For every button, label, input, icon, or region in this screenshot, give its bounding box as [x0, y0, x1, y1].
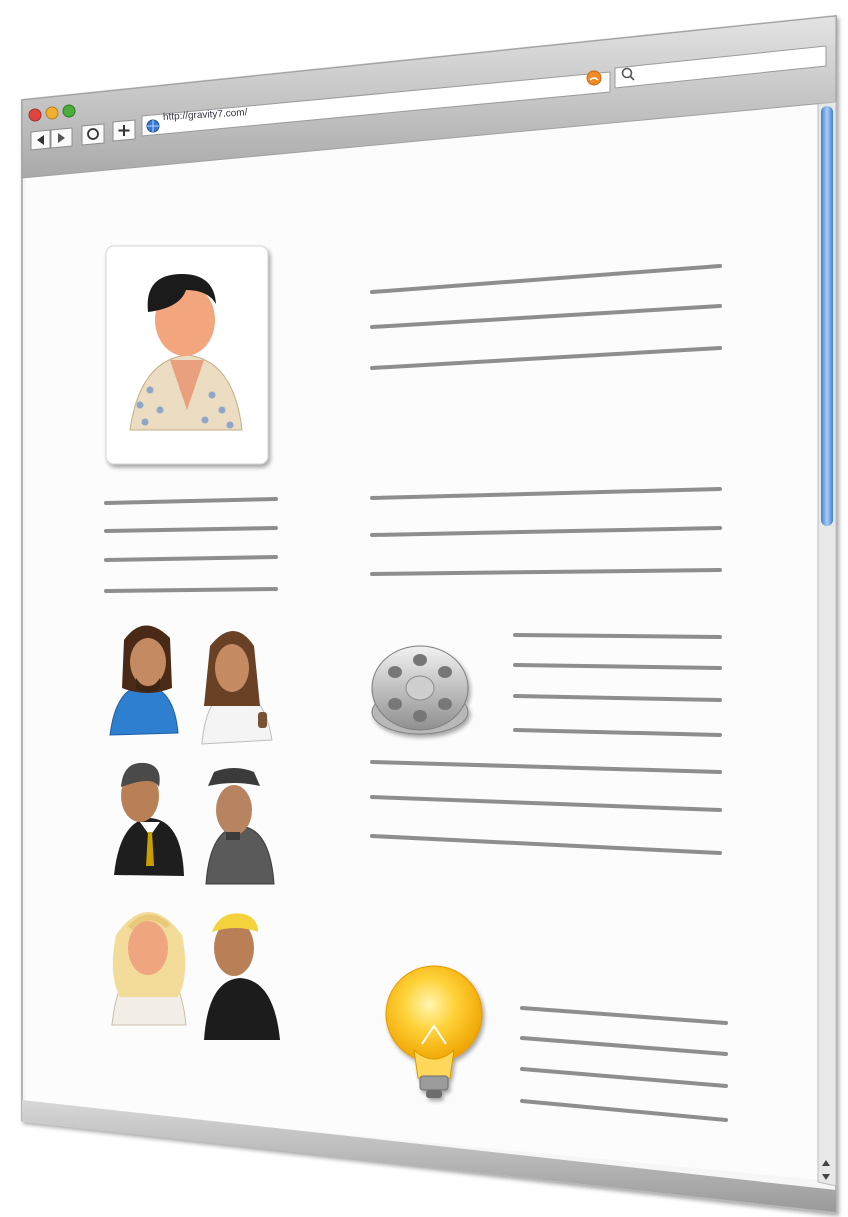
back-button[interactable]	[30, 129, 51, 151]
address-bar[interactable]	[146, 119, 160, 133]
scrollbar-thumb[interactable]	[821, 106, 833, 526]
minimize-button[interactable]	[45, 106, 59, 120]
film-reel-icon	[371, 645, 469, 735]
browser-window: http://gravity7.com/	[0, 0, 848, 1217]
profile-card	[105, 245, 269, 465]
user-blonde-woman-icon	[111, 912, 187, 1026]
close-button[interactable]	[28, 108, 42, 122]
zoom-button[interactable]	[62, 104, 76, 118]
add-bookmark-button[interactable]	[112, 119, 136, 142]
forward-button[interactable]	[50, 127, 73, 149]
reload-button[interactable]	[81, 123, 105, 146]
